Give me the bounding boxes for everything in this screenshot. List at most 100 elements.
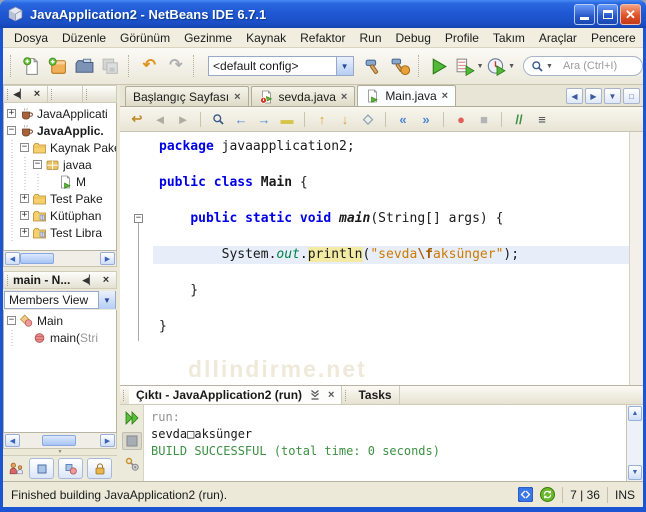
tasks-tab[interactable]: Tasks	[351, 386, 400, 404]
maximize-button[interactable]	[597, 3, 618, 25]
code-line[interactable]	[153, 264, 629, 282]
tree-item-main[interactable]: − Main	[4, 312, 116, 329]
menu-g-r-n-m[interactable]: Görünüm	[113, 29, 177, 47]
new-project-button[interactable]	[44, 53, 71, 80]
code-line[interactable]	[153, 228, 629, 246]
close-pane-icon[interactable]: ×	[30, 87, 44, 101]
tab-close-icon[interactable]: ×	[442, 91, 448, 102]
open-project-button[interactable]	[71, 53, 98, 80]
projects-hscrollbar[interactable]: ◀ ▶	[3, 251, 117, 267]
tree-item-javaapplic[interactable]: − JavaApplic.	[4, 122, 116, 139]
build-project-button[interactable]	[361, 53, 388, 80]
previous-bookmark-icon[interactable]: ↑	[311, 109, 333, 129]
run-project-button[interactable]	[426, 53, 453, 80]
scroll-left-icon[interactable]: ◀	[5, 252, 20, 265]
output-console[interactable]: run: sevda□aksünger BUILD SUCCESSFUL (tota…	[144, 405, 626, 481]
code-area[interactable]: package javaapplication2; public class Ma…	[153, 132, 629, 385]
tree-item-main[interactable]: main(Stri	[4, 329, 116, 346]
scroll-tabs-left-button[interactable]: ◀	[566, 88, 583, 104]
minimize-pane-icon[interactable]: ◀▏	[82, 273, 96, 287]
output-tab[interactable]: Çıktı - JavaApplication2 (run) ×	[129, 386, 343, 404]
minimize-button[interactable]	[574, 3, 595, 25]
config-dropdown[interactable]: <default config> ▼	[208, 56, 354, 76]
record-macro-icon[interactable]: ●	[450, 109, 472, 129]
close-output-icon[interactable]: ×	[328, 390, 334, 401]
toggle-highlight-icon[interactable]: ▬	[276, 109, 298, 129]
next-bookmark-icon[interactable]: ↓	[334, 109, 356, 129]
code-line[interactable]: public static void main(String[] args) {	[153, 210, 629, 228]
fold-margin[interactable]: −	[120, 132, 153, 385]
scanning-icon[interactable]	[518, 487, 534, 502]
scroll-thumb[interactable]	[42, 435, 76, 446]
shift-left-icon[interactable]: «	[392, 109, 414, 129]
code-line[interactable]	[153, 300, 629, 318]
debug-dropdown-icon[interactable]: ▼	[477, 63, 484, 70]
minimize-pane-icon[interactable]: ◀▏	[13, 87, 27, 101]
stop-button[interactable]	[121, 432, 142, 450]
output-vscrollbar[interactable]: ▲ ▼	[626, 405, 643, 481]
close-pane-icon[interactable]: ×	[99, 273, 113, 287]
code-line[interactable]: public class Main {	[153, 174, 629, 192]
tree-item-kaynak-pake[interactable]: − Kaynak Pake	[4, 139, 116, 156]
tab-ba-lang-sayfas[interactable]: Başlangıç Sayfası ×	[125, 86, 249, 106]
tab-sevda-java[interactable]: sevda.java ×	[250, 86, 356, 106]
scroll-track[interactable]	[20, 251, 100, 266]
profile-project-button[interactable]	[484, 53, 511, 80]
collapse-icon[interactable]: −	[33, 160, 42, 169]
maximize-editor-button[interactable]: □	[623, 88, 640, 104]
menu-ara-lar[interactable]: Araçlar	[532, 29, 584, 47]
back-icon[interactable]: ◄	[149, 109, 171, 129]
indent-icon[interactable]: ≡	[531, 109, 553, 129]
undo-button[interactable]: ↶	[136, 53, 163, 80]
scroll-left-icon[interactable]: ◀	[5, 434, 20, 447]
pin-output-icon[interactable]	[309, 389, 321, 401]
redo-button[interactable]: ↷	[163, 53, 190, 80]
find-selection-icon[interactable]	[207, 109, 229, 129]
search-input[interactable]	[561, 59, 636, 73]
menu-gezinme[interactable]: Gezinme	[177, 29, 239, 47]
search-icon[interactable]	[531, 60, 544, 73]
code-editor[interactable]: − package javaapplication2; public class …	[120, 132, 643, 385]
last-edit-position-icon[interactable]: ↩	[126, 109, 148, 129]
show-fields-filter-button[interactable]	[29, 458, 54, 479]
toggle-bookmark-icon[interactable]: ◇	[357, 109, 379, 129]
menu-kaynak[interactable]: Kaynak	[239, 29, 293, 47]
navigator-hscrollbar[interactable]: ◀ ▶	[3, 433, 117, 449]
chevron-down-icon[interactable]: ▼	[335, 57, 353, 75]
scroll-track[interactable]	[627, 422, 643, 464]
comment-icon[interactable]: //	[508, 109, 530, 129]
tree-item-test-pake[interactable]: + Test Pake	[4, 190, 116, 207]
scroll-right-icon[interactable]: ▶	[100, 252, 115, 265]
forward-icon[interactable]: ►	[172, 109, 194, 129]
menu-pencere[interactable]: Pencere	[584, 29, 643, 47]
navigator-view-select[interactable]: Members View ▼	[4, 291, 116, 309]
code-line[interactable]	[153, 192, 629, 210]
tree-item-javaa[interactable]: − javaa	[4, 156, 116, 173]
next-occurrence-icon[interactable]: →	[253, 109, 275, 129]
menu-debug[interactable]: Debug	[389, 29, 438, 47]
scroll-tabs-right-button[interactable]: ▶	[585, 88, 602, 104]
expand-icon[interactable]: +	[7, 109, 16, 118]
tree-item-javaapplicati[interactable]: + JavaApplicati	[4, 105, 116, 122]
menu-d-zenle[interactable]: Düzenle	[55, 29, 113, 47]
ant-settings-button[interactable]	[122, 455, 142, 473]
profile-dropdown-icon[interactable]: ▼	[508, 63, 515, 70]
code-line[interactable]: }	[153, 318, 629, 336]
code-line[interactable]	[153, 156, 629, 174]
collapse-icon[interactable]: −	[7, 126, 16, 135]
code-line[interactable]: System.out.println("sevda\faksünger");	[153, 246, 629, 264]
show-static-members-filter-button[interactable]	[58, 458, 83, 479]
scroll-right-icon[interactable]: ▶	[100, 434, 115, 447]
tab-main-java[interactable]: Main.java ×	[357, 85, 457, 106]
rerun-button[interactable]	[122, 409, 142, 427]
quick-search-box[interactable]: ▼	[523, 56, 643, 76]
scroll-thumb[interactable]	[20, 253, 54, 264]
scroll-track[interactable]	[20, 433, 100, 448]
tree-item-k-t-phan[interactable]: + Kütüphan	[4, 207, 116, 224]
code-line[interactable]: }	[153, 282, 629, 300]
debug-project-button[interactable]	[452, 53, 479, 80]
menu-tak-m[interactable]: Takım	[486, 29, 532, 47]
update-center-icon[interactable]	[540, 487, 556, 502]
clean-build-button[interactable]	[387, 53, 414, 80]
close-button[interactable]: ✕	[620, 3, 641, 25]
